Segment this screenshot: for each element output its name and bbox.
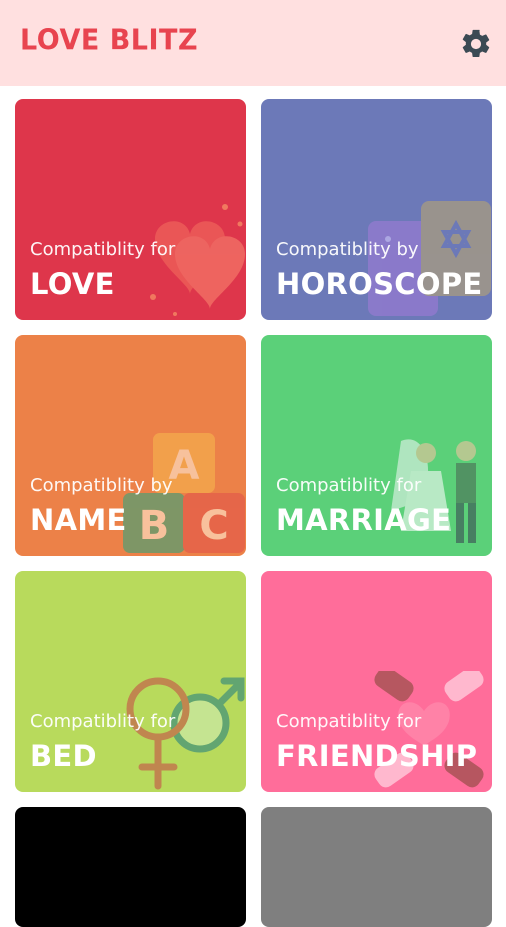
card-bed[interactable]: Compatiblity for BED bbox=[15, 571, 246, 792]
card-subtitle: Compatiblity for bbox=[30, 711, 176, 732]
card-subtitle: Compatiblity for bbox=[276, 475, 422, 496]
card-title: LOVE bbox=[30, 267, 115, 301]
card-horoscope[interactable]: Compatiblity by HOROSCOPE bbox=[261, 99, 492, 320]
card-name[interactable]: A B C Compatiblity by NAME bbox=[15, 335, 246, 556]
svg-text:A: A bbox=[169, 443, 200, 489]
gear-icon bbox=[462, 29, 490, 58]
card-love[interactable]: Compatiblity for LOVE bbox=[15, 99, 246, 320]
card-title: HOROSCOPE bbox=[276, 267, 483, 301]
card-subtitle: Compatiblity for bbox=[276, 711, 422, 732]
card-title: MARRIAGE bbox=[276, 503, 452, 537]
app-bar: LOVE BLITZ bbox=[0, 0, 506, 86]
card-subtitle: Compatiblity by bbox=[276, 239, 419, 260]
app-title: LOVE BLITZ bbox=[20, 24, 199, 57]
card-title: BED bbox=[30, 739, 97, 773]
svg-text:B: B bbox=[139, 503, 170, 549]
svg-text:C: C bbox=[199, 503, 228, 549]
category-grid: Compatiblity for LOVE Compatiblity by HO… bbox=[0, 86, 506, 927]
card-subtitle: Compatiblity for bbox=[30, 239, 176, 260]
card-marriage[interactable]: Compatiblity for MARRIAGE bbox=[261, 335, 492, 556]
card-8[interactable] bbox=[261, 807, 492, 927]
card-title: NAME bbox=[30, 503, 127, 537]
card-7[interactable] bbox=[15, 807, 246, 927]
card-subtitle: Compatiblity by bbox=[30, 475, 173, 496]
card-friendship[interactable]: Compatiblity for FRIENDSHIP bbox=[261, 571, 492, 792]
card-title: FRIENDSHIP bbox=[276, 739, 478, 773]
settings-button[interactable] bbox=[456, 24, 496, 64]
